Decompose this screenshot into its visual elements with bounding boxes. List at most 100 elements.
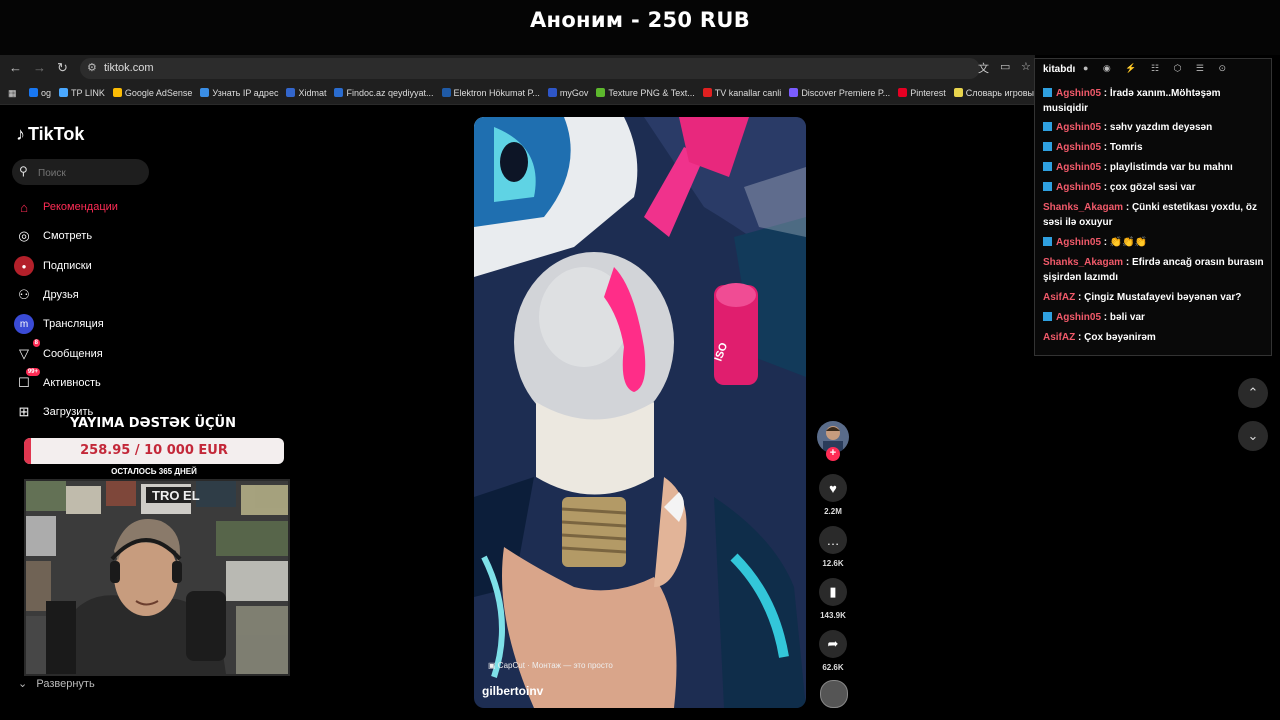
twitch-badge-icon <box>1043 162 1052 171</box>
chat-separator: : <box>1075 292 1085 303</box>
bookmark-label: Словарь игровых т... <box>965 88 1035 98</box>
chat-message: Agshin05 : səhv yazdım deyəsən <box>1043 120 1265 135</box>
chat-separator: : <box>1101 312 1110 323</box>
sidebar-item[interactable]: ▽ 8 Сообщения <box>14 339 103 365</box>
apps-icon[interactable]: ▦ <box>8 82 17 104</box>
chat-separator: : <box>1101 182 1110 193</box>
bookmark-label: Elektron Hökumət P... <box>453 88 540 98</box>
expand-sidebar-button[interactable]: ⌄ Развернуть <box>18 677 95 690</box>
sidebar-item-label: Смотреть <box>43 230 93 242</box>
bookmark-label: TV kanallar canli <box>714 88 782 98</box>
search-input[interactable] <box>36 163 145 183</box>
bookmark-favicon-icon <box>28 88 38 97</box>
sidebar-item[interactable]: ⌂ Рекомендации <box>14 196 118 218</box>
tiktok-logo[interactable]: ♪ TikTok <box>16 124 84 145</box>
chat-text: Çingiz Mustafayevi bəyənən var? <box>1084 292 1242 303</box>
translate-icon[interactable]: ⽂ <box>978 60 989 76</box>
bookmark-item[interactable]: Google AdSense <box>112 82 192 104</box>
sidebar-item-label: Сообщения <box>43 348 103 360</box>
chat-separator: : <box>1101 122 1110 133</box>
bookmark-item[interactable]: myGov <box>547 82 589 104</box>
stream-chat: kitabdı ● ◉ ⚡ ☷ ⬡ ☰ ⊙ Agshin05 : İradə x… <box>1034 58 1272 356</box>
twitch-badge-icon <box>1043 182 1052 191</box>
donation-goal-title: YAYIMA DƏSTƏK ÜÇÜN <box>70 416 236 431</box>
comment-count: 12.6K <box>822 559 844 568</box>
music-disc-icon[interactable] <box>820 680 848 708</box>
bookmark-item[interactable]: Xidmat <box>286 82 326 104</box>
bookmark-favicon-icon <box>547 88 557 97</box>
comment-action[interactable]: … 12.6K <box>818 526 848 568</box>
sidebar-item-label: Трансляция <box>43 318 104 330</box>
chat-message: AsifAZ : Çingiz Mustafayevi bəyənən var? <box>1043 290 1265 305</box>
sidebar-item[interactable]: m Трансляция <box>14 313 104 335</box>
next-video-button[interactable]: ⌄ <box>1238 421 1268 451</box>
bookmark-item[interactable]: Texture PNG & Text... <box>596 82 695 104</box>
chat-separator: : <box>1101 142 1110 153</box>
bookmark-icon[interactable]: ▮ <box>819 578 847 606</box>
chevron-up-icon: ⌃ <box>1247 385 1259 400</box>
chat-separator: : <box>1101 162 1110 173</box>
share-action[interactable]: ➦ 62.6K <box>818 630 848 672</box>
video-author[interactable]: gilbertoinv <box>482 684 543 698</box>
video-player[interactable]: ISO <box>474 117 806 708</box>
sidebar-item[interactable]: ⚇ Друзья <box>14 284 79 306</box>
bookmark-item[interactable]: TP LINK <box>58 82 105 104</box>
search-icon[interactable]: ⚲ <box>19 164 28 178</box>
twitch-badge-icon <box>1043 88 1052 97</box>
capcut-label[interactable]: ▣ CapCut · Монтаж — это просто <box>488 661 613 670</box>
url-text[interactable]: tiktok.com <box>104 62 154 74</box>
search-box[interactable]: ⚲ <box>12 159 149 185</box>
save-action[interactable]: ▮ 143.9K <box>818 578 848 620</box>
bookmark-item[interactable]: Pinterest <box>898 82 946 104</box>
back-icon[interactable]: ← <box>9 60 22 75</box>
bookmark-item[interactable]: Discover Premiere P... <box>789 82 890 104</box>
chat-separator: : <box>1101 88 1110 99</box>
bookmark-item[interactable]: Elektron Hökumət P... <box>441 82 540 104</box>
chat-username[interactable]: Agshin05 <box>1056 237 1101 248</box>
chat-username[interactable]: Agshin05 <box>1056 312 1101 323</box>
follow-button[interactable]: + <box>826 447 840 461</box>
chat-username[interactable]: Shanks_Akagam <box>1043 257 1123 268</box>
bookmark-label: Texture PNG & Text... <box>608 88 695 98</box>
reload-icon[interactable]: ↻ <box>57 60 68 76</box>
sidebar-item[interactable]: ◎ Смотреть <box>14 225 92 247</box>
bookmark-item[interactable]: Узнать IP адрес <box>200 82 278 104</box>
twitch-badge-icon <box>1043 122 1052 131</box>
bookmark-label: myGov <box>559 88 589 98</box>
bookmark-item[interactable]: Findoc.az qeydiyyat... <box>334 82 434 104</box>
bookmark-label: Xidmat <box>298 88 327 98</box>
expand-label: Развернуть <box>36 678 95 690</box>
cast-icon[interactable]: ▭ <box>1000 60 1010 73</box>
tiktok-wordmark: TikTok <box>28 124 85 144</box>
chat-username[interactable]: AsifAZ <box>1043 292 1075 303</box>
bookmark-item[interactable]: og <box>28 82 51 104</box>
bookmark-star-icon[interactable]: ☆ <box>1021 60 1031 73</box>
heart-icon[interactable]: ♥ <box>819 474 847 502</box>
compass-icon: ◎ <box>18 228 30 243</box>
like-action[interactable]: ♥ 2.2M <box>818 474 848 516</box>
bookmark-label: TP LINK <box>70 88 105 98</box>
chat-username[interactable]: AsifAZ <box>1043 332 1075 343</box>
bookmark-item[interactable]: Словарь игровых т... <box>953 82 1035 104</box>
forward-icon[interactable]: → <box>33 60 46 75</box>
chevron-down-icon: ⌄ <box>18 678 28 690</box>
chat-username[interactable]: Agshin05 <box>1056 88 1101 99</box>
chat-username[interactable]: Agshin05 <box>1056 122 1101 133</box>
site-info-icon[interactable]: ⚙ <box>87 61 97 74</box>
notification-badge: 8 <box>32 339 40 347</box>
save-count: 143.9K <box>820 611 846 620</box>
chat-username[interactable]: Agshin05 <box>1056 142 1101 153</box>
chat-username[interactable]: Agshin05 <box>1056 162 1101 173</box>
bookmark-item[interactable]: TV kanallar canli <box>702 82 782 104</box>
address-bar[interactable]: ⚙ tiktok.com <box>80 58 980 79</box>
share-icon[interactable]: ➦ <box>819 630 847 658</box>
bookmark-favicon-icon <box>596 88 606 97</box>
chat-username[interactable]: Agshin05 <box>1056 182 1101 193</box>
messages-icon: ▽ 8 <box>19 339 40 361</box>
chat-message: Shanks_Akagam : Efirdə ancağ orasın bura… <box>1043 255 1265 285</box>
sidebar-item[interactable]: ☐ 99+ Активность <box>14 368 101 394</box>
previous-video-button[interactable]: ⌃ <box>1238 378 1268 408</box>
chat-username[interactable]: Shanks_Akagam <box>1043 202 1123 213</box>
sidebar-item[interactable]: ● Подписки <box>14 255 92 277</box>
comment-icon[interactable]: … <box>819 526 847 554</box>
